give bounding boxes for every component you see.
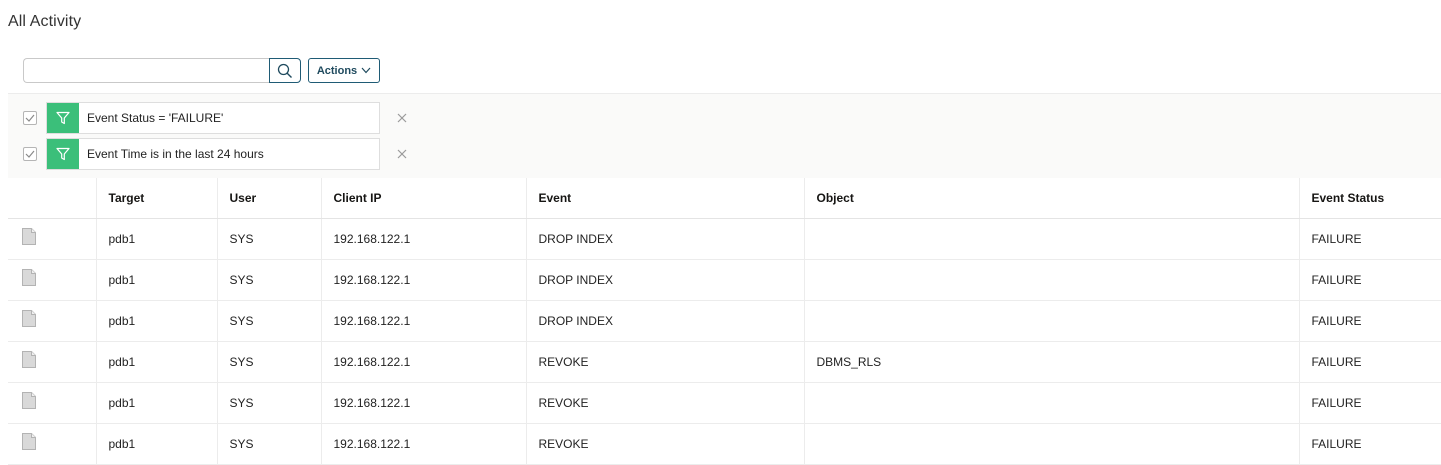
table-header-row: Target User Client IP Event Object Event… [8,178,1441,219]
cell-client-ip: 192.168.122.1 [320,341,526,383]
cell-event-status: FAILURE [1298,300,1441,342]
document-icon[interactable] [22,392,36,409]
cell-target: pdb1 [95,300,217,342]
filter-icon-box [47,139,79,169]
table-row[interactable]: pdb1 SYS 192.168.122.1 DROP INDEX FAILURE [8,259,1441,301]
page-title: All Activity [8,13,82,30]
document-icon[interactable] [22,228,36,245]
cell-icon[interactable] [8,218,96,260]
filter-chip[interactable]: Event Time is in the last 24 hours [46,138,380,170]
cell-event-status: FAILURE [1298,341,1441,383]
table-body: pdb1 SYS 192.168.122.1 DROP INDEX FAILURE pdb… [8,218,1441,465]
document-icon[interactable] [22,351,36,368]
table-row[interactable]: pdb1 SYS 192.168.122.1 REVOKE DBMS_RLS FAILUR… [8,341,1441,383]
cell-icon[interactable] [8,300,96,342]
cell-user: SYS [216,300,321,342]
cell-object [803,259,1299,301]
cell-target: pdb1 [95,341,217,383]
cell-target: pdb1 [95,423,217,465]
check-icon [25,114,35,122]
activity-table: Target User Client IP Event Object Event… [8,178,1441,465]
cell-event: DROP INDEX [525,300,804,342]
cell-target: pdb1 [95,218,217,260]
filter-row: Event Time is in the last 24 hours [23,138,409,170]
remove-filter-button[interactable] [395,111,409,125]
actions-menu-button[interactable]: Actions [308,58,380,83]
cell-event-status: FAILURE [1298,423,1441,465]
filter-label: Event Status = 'FAILURE' [87,111,224,125]
cell-event: DROP INDEX [525,218,804,260]
cell-icon[interactable] [8,382,96,424]
cell-event-status: FAILURE [1298,382,1441,424]
document-icon[interactable] [22,269,36,286]
column-header-event[interactable]: Event [525,178,804,219]
filter-chip[interactable]: Event Status = 'FAILURE' [46,102,380,134]
cell-event: REVOKE [525,423,804,465]
column-header-target[interactable]: Target [95,178,217,219]
cell-client-ip: 192.168.122.1 [320,382,526,424]
actions-label: Actions [316,64,358,77]
filter-row: Event Status = 'FAILURE' [23,102,409,134]
check-icon [25,150,35,158]
cell-icon[interactable] [8,341,96,383]
column-header-object[interactable]: Object [803,178,1299,219]
cell-event-status: FAILURE [1298,218,1441,260]
table-row[interactable]: pdb1 SYS 192.168.122.1 REVOKE FAILURE [8,423,1441,465]
filter-label: Event Time is in the last 24 hours [87,147,264,161]
chevron-down-icon [361,67,371,74]
cell-user: SYS [216,382,321,424]
filter-panel: Event Status = 'FAILURE' Event Time is i… [8,93,1441,178]
search-icon [277,63,292,78]
cell-target: pdb1 [95,382,217,424]
table-row[interactable]: pdb1 SYS 192.168.122.1 REVOKE FAILURE [8,382,1441,424]
filter-checkbox[interactable] [23,147,37,161]
filter-icon [56,111,70,125]
column-header-event-status[interactable]: Event Status [1298,178,1441,219]
close-icon [397,113,407,123]
cell-event: REVOKE [525,341,804,383]
cell-event: DROP INDEX [525,259,804,301]
all-activity-page: All Activity Actions Event Status = 'FAI… [0,0,1441,465]
cell-event-status: FAILURE [1298,259,1441,301]
document-icon[interactable] [22,310,36,327]
cell-client-ip: 192.168.122.1 [320,300,526,342]
filter-checkbox[interactable] [23,111,37,125]
table-row[interactable]: pdb1 SYS 192.168.122.1 DROP INDEX FAILURE [8,218,1441,260]
cell-client-ip: 192.168.122.1 [320,423,526,465]
cell-object [803,300,1299,342]
search-toolbar: Actions [23,58,380,83]
close-icon [397,149,407,159]
cell-icon[interactable] [8,423,96,465]
cell-user: SYS [216,423,321,465]
table-row[interactable]: pdb1 SYS 192.168.122.1 DROP INDEX FAILURE [8,300,1441,342]
search-button[interactable] [269,58,301,83]
cell-user: SYS [216,218,321,260]
cell-client-ip: 192.168.122.1 [320,218,526,260]
cell-object [803,382,1299,424]
remove-filter-button[interactable] [395,147,409,161]
cell-object [803,218,1299,260]
cell-user: SYS [216,341,321,383]
cell-icon[interactable] [8,259,96,301]
filter-icon-box [47,103,79,133]
cell-user: SYS [216,259,321,301]
column-header-user[interactable]: User [216,178,321,219]
cell-object [803,423,1299,465]
document-icon[interactable] [22,433,36,450]
search-input[interactable] [23,58,269,83]
column-header-icon [8,178,96,219]
column-header-client-ip[interactable]: Client IP [320,178,526,219]
cell-event: REVOKE [525,382,804,424]
filter-icon [56,147,70,161]
cell-object: DBMS_RLS [803,341,1299,383]
cell-client-ip: 192.168.122.1 [320,259,526,301]
cell-target: pdb1 [95,259,217,301]
